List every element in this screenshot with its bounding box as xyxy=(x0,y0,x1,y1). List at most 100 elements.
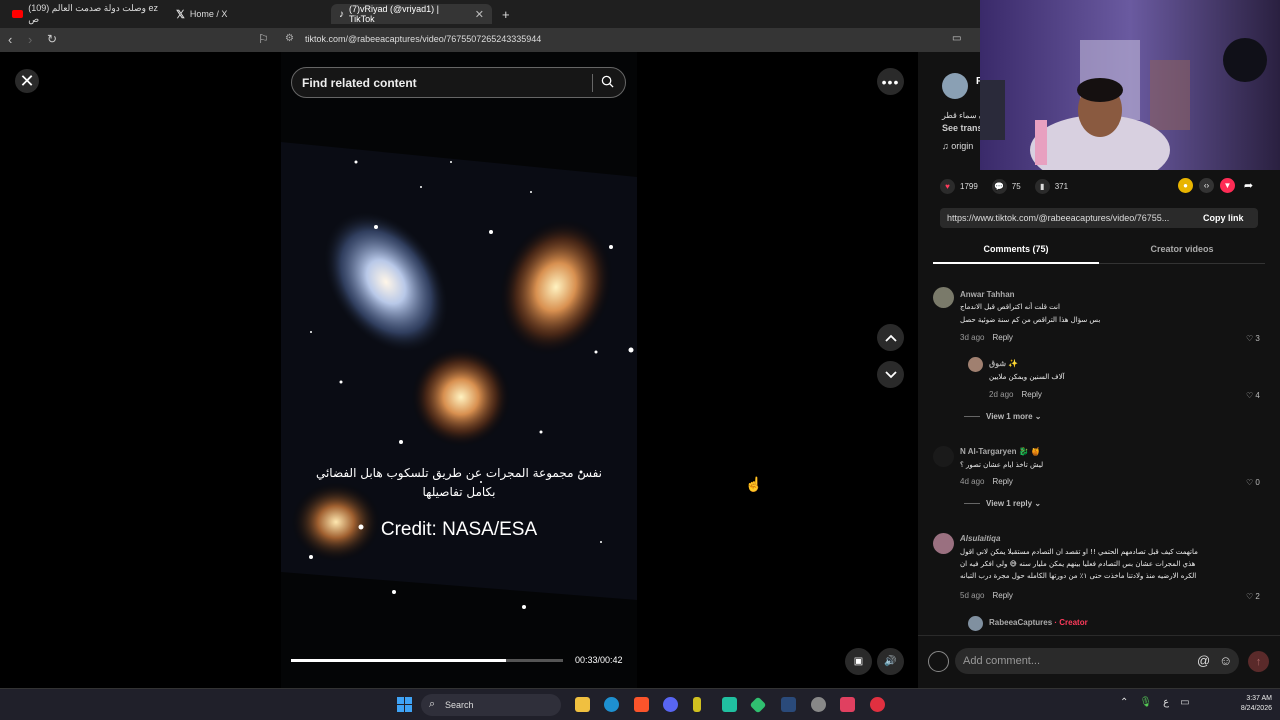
comment-text: ماتهمت كيف قبل تصادمهم الحتمي !! او تقصد… xyxy=(960,548,1198,556)
network-icon[interactable]: ▭ xyxy=(1180,697,1189,708)
save-button[interactable]: ▮ 371 xyxy=(1034,178,1068,194)
webcam-image xyxy=(980,0,1280,170)
comments-list[interactable]: Anwar Tahhan انت قلت أنه اكتراقص قبل الا… xyxy=(918,280,1280,635)
search-icon[interactable] xyxy=(601,75,614,88)
steam-icon[interactable] xyxy=(781,697,796,712)
reply-avatar[interactable] xyxy=(968,616,983,631)
tab-comments[interactable]: Comments (75) xyxy=(933,244,1099,254)
heart-outline-icon: ♡ xyxy=(1246,391,1254,400)
comment-avatar[interactable] xyxy=(933,287,954,308)
add-comment-bar: Add comment... @ ☺ ↑ xyxy=(918,635,1280,688)
mention-icon[interactable]: @ xyxy=(1197,653,1210,668)
reply-author[interactable]: RabeeaCaptures · Creator xyxy=(989,618,1088,627)
app-icon[interactable] xyxy=(840,697,855,712)
reply-button[interactable]: Reply xyxy=(992,591,1012,600)
back-icon[interactable]: ‹ xyxy=(8,32,12,47)
comment-like-button[interactable]: ♡ 0 xyxy=(1246,478,1260,487)
comment-author[interactable]: Anwar Tahhan xyxy=(960,290,1015,299)
view-more-replies[interactable]: View 1 reply ⌄ xyxy=(964,499,1041,508)
comment-like-button[interactable]: ♡ 3 xyxy=(1246,334,1260,343)
reply-avatar[interactable] xyxy=(968,357,983,372)
edge-icon[interactable] xyxy=(604,697,619,712)
close-button[interactable]: ✕ xyxy=(15,69,39,93)
volume-button[interactable]: 🔊 xyxy=(877,648,904,675)
site-info-icon[interactable]: ⚙ xyxy=(285,33,294,44)
send-comment-button[interactable]: ↑ xyxy=(1248,651,1269,672)
author-avatar[interactable] xyxy=(942,73,968,99)
x-icon: 𝕏 xyxy=(176,8,185,21)
reply-author[interactable]: شوق ✨ xyxy=(989,359,1018,368)
like-count: 1799 xyxy=(960,181,978,191)
comment-time: 4d ago xyxy=(960,477,985,486)
credit-text: Credit: NASA/ESA xyxy=(380,519,538,540)
more-options-button[interactable]: ••• xyxy=(877,68,904,95)
related-search-input[interactable]: Find related content xyxy=(291,67,626,98)
brave-icon[interactable] xyxy=(634,697,649,712)
taskbar-search[interactable]: ⌕ Search xyxy=(421,694,561,716)
file-explorer-icon[interactable] xyxy=(575,697,590,712)
add-comment-input[interactable]: Add comment... @ ☺ xyxy=(955,648,1239,674)
view-more-label: View 1 reply xyxy=(986,499,1033,508)
see-translation-link[interactable]: See trans xyxy=(942,123,983,133)
webcam-overlay xyxy=(980,0,1280,170)
tab-creator-videos[interactable]: Creator videos xyxy=(1099,244,1265,254)
taskbar-clock[interactable]: 3:37 AM 8/24/2026 xyxy=(1228,694,1272,714)
action-bar: ♥ 1799 💬 75 ▮ 371 xyxy=(940,178,1082,194)
app-icon[interactable] xyxy=(811,697,826,712)
forward-icon[interactable]: › xyxy=(28,32,32,47)
video-link[interactable]: https://www.tiktok.com/@rabeeacaptures/v… xyxy=(947,213,1169,223)
comment-button[interactable]: 💬 75 xyxy=(991,178,1021,194)
comment-avatar[interactable] xyxy=(933,446,954,467)
reply-button[interactable]: Reply xyxy=(992,477,1012,486)
cast-icon[interactable]: ▭ xyxy=(952,33,961,44)
reload-icon[interactable]: ↻ xyxy=(47,32,57,46)
repost-icon[interactable]: ▼ xyxy=(1220,178,1235,193)
browser-tab-tiktok[interactable]: ♪ (7)vRiyad (@vriyad1) | TikTok ✕ xyxy=(331,4,492,24)
copy-link-button[interactable]: Copy link xyxy=(1203,213,1244,223)
language-indicator[interactable]: ع xyxy=(1163,697,1169,708)
start-button[interactable] xyxy=(397,697,412,712)
comment-author[interactable]: Alsulaitiqa xyxy=(960,534,1000,543)
previous-video-button[interactable] xyxy=(877,324,904,351)
discord-icon[interactable] xyxy=(663,697,678,712)
close-tab-icon[interactable]: ✕ xyxy=(475,8,484,21)
new-tab-button[interactable]: + xyxy=(494,4,514,24)
comment-avatar[interactable] xyxy=(933,533,954,554)
chevron-down-icon: ⌄ xyxy=(1034,499,1042,508)
video-caption: نفس مجموعة المجرات عن طريق تلسكوب هابل ا… xyxy=(301,464,617,502)
comment-author[interactable]: N Al-Targaryen 🐉 🍯 xyxy=(960,447,1041,456)
browser-tab-bar: (109) وصلت دولة صدمت العالم ez ص 𝕏 Home … xyxy=(0,0,980,28)
app-icon[interactable] xyxy=(693,697,701,712)
view-more-replies[interactable]: View 1 more ⌄ xyxy=(964,412,1041,421)
share-icon[interactable]: ➦ xyxy=(1241,178,1256,193)
microphone-icon[interactable]: 🎙 xyxy=(1139,697,1152,708)
reply-button[interactable]: Reply xyxy=(1021,390,1041,399)
app-icon[interactable] xyxy=(749,696,767,714)
comment-meta: 5d ago Reply xyxy=(960,591,1013,600)
emoji-icon[interactable]: ☺ xyxy=(1219,653,1232,668)
reply-text: آلاف السنين ويمكن ملايين xyxy=(989,373,1065,381)
browser-tab-x[interactable]: 𝕏 Home / X xyxy=(168,4,328,24)
video-progress-bar[interactable] xyxy=(291,659,563,662)
music-info[interactable]: ♫ origin xyxy=(942,141,973,151)
browser-tab-youtube[interactable]: (109) وصلت دولة صدمت العالم ez ص xyxy=(4,3,170,24)
coin-icon[interactable]: ● xyxy=(1178,178,1193,193)
comment-time: 5d ago xyxy=(960,591,985,600)
video-player[interactable]: نفس مجموعة المجرات عن طريق تلسكوب هابل ا… xyxy=(281,52,637,688)
panel-tabs: Comments (75) Creator videos xyxy=(933,238,1265,264)
chevron-up-icon[interactable]: ⌃ xyxy=(1120,697,1128,708)
comment-icon: 💬 xyxy=(991,178,1007,194)
heart-outline-icon: ♡ xyxy=(1246,592,1254,601)
app-icon[interactable] xyxy=(722,697,737,712)
embed-icon[interactable]: ‹› xyxy=(1199,178,1214,193)
comment-like-button[interactable]: ♡ 2 xyxy=(1246,592,1260,601)
app-icon[interactable] xyxy=(870,697,885,712)
like-button[interactable]: ♥ 1799 xyxy=(940,178,978,194)
miniplayer-button[interactable]: ▣ xyxy=(845,648,872,675)
reply-button[interactable]: Reply xyxy=(992,333,1012,342)
bookmark-icon[interactable]: ⚐ xyxy=(258,32,269,46)
creator-badge: · Creator xyxy=(1054,618,1088,627)
reply-like-button[interactable]: ♡ 4 xyxy=(1246,391,1260,400)
next-video-button[interactable] xyxy=(877,361,904,388)
url-field[interactable]: tiktok.com/@rabeeacaptures/video/7675507… xyxy=(305,34,541,44)
